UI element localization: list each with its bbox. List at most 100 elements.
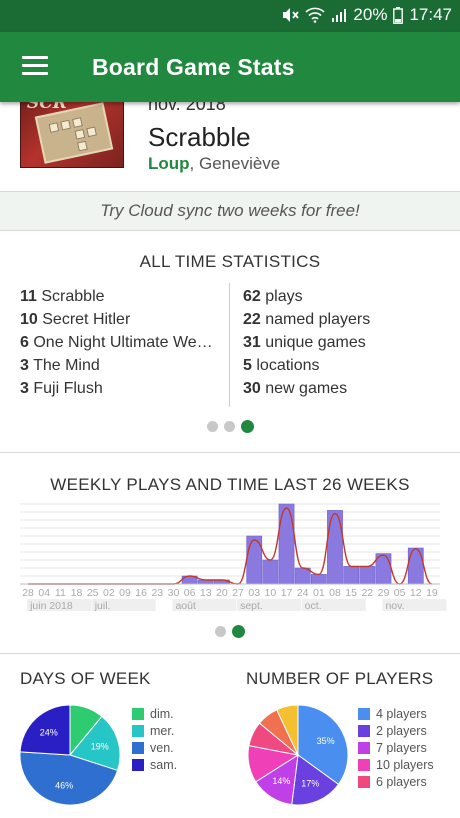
week-tick-label: 10 <box>265 587 277 599</box>
top-game-item: 3 Fuji Flush <box>20 380 103 397</box>
days-of-week-pie[interactable]: 19% 46% 24% <box>18 703 122 807</box>
week-tick-label: 01 <box>313 587 325 599</box>
top-game-item: 11 Scrabble <box>20 288 105 305</box>
week-tick-label: 02 <box>103 587 115 599</box>
status-bar: 20% 17:47 <box>0 0 460 32</box>
total-item: 30 new games <box>243 380 348 397</box>
cloud-sync-promo[interactable]: Try Cloud sync two weeks for free! <box>0 191 460 231</box>
weekly-bar-chart[interactable]: 28 04 11 18 25 02 09 16 23 30 06 13 20 27 03 10 17 24 01 08… <box>0 498 460 622</box>
other-players: , Geneviève <box>189 154 281 173</box>
wifi-icon <box>305 7 325 23</box>
month-label: juin 2018 <box>29 600 73 612</box>
week-bar[interactable] <box>262 559 279 585</box>
week-bar[interactable] <box>310 574 327 585</box>
page-dot-active[interactable] <box>240 420 254 433</box>
play-players: Loup, Geneviève <box>148 154 280 174</box>
week-tick-label: 24 <box>297 587 309 599</box>
week-bar[interactable] <box>407 547 424 585</box>
total-item: 5 locations <box>243 357 320 374</box>
pie-charts-row: DAYS OF WEEK 19% 46% 24% dim. mer. ven. sa… <box>0 655 460 818</box>
month-label: juil. <box>94 600 111 612</box>
all-time-title: ALL TIME STATISTICS <box>139 252 321 271</box>
legend-item: ven. <box>132 739 177 756</box>
week-tick-label: 28 <box>22 587 34 599</box>
legend-item: 4 players <box>358 705 434 722</box>
clock: 17:47 <box>409 5 452 24</box>
top-game-item: 10 Secret Hitler <box>20 311 131 328</box>
column-divider <box>229 283 230 407</box>
week-bar[interactable] <box>294 567 311 585</box>
battery-level: 20% <box>353 5 388 24</box>
play-game-name: Scrabble <box>148 122 251 152</box>
number-of-players-legend: 4 players 2 players 7 players 10 players… <box>358 705 434 790</box>
week-tick-label: 17 <box>281 587 293 599</box>
legend-item: 10 players <box>358 756 434 773</box>
legend-item: mer. <box>132 722 177 739</box>
total-item: 22 named players <box>243 311 371 328</box>
legend-item: 6 players <box>358 773 434 790</box>
pie-slice-label: 24% <box>40 727 58 737</box>
week-tick-label: 18 <box>71 587 83 599</box>
legend-item: dim. <box>132 705 177 722</box>
mute-icon <box>283 8 300 22</box>
page-indicator <box>0 420 460 433</box>
week-tick-label: 29 <box>378 587 390 599</box>
pie-slice-label: 14% <box>272 776 290 786</box>
pie-slice-label: 35% <box>317 736 335 746</box>
totals-list: 62 plays 22 named players 31 unique game… <box>243 285 443 400</box>
battery-icon <box>393 6 404 24</box>
week-tick-label: 04 <box>38 587 50 599</box>
winner-name: Loup <box>148 154 190 173</box>
week-tick-label: 03 <box>248 587 260 599</box>
week-tick-label: 11 <box>55 587 66 599</box>
pie-slice-label: 17% <box>301 778 319 788</box>
month-label: oct. <box>305 600 322 612</box>
week-tick-label: 09 <box>119 587 131 599</box>
menu-icon[interactable] <box>22 56 48 78</box>
page-indicator <box>0 625 460 638</box>
top-game-item: 6 One Night Ultimate We… <box>20 334 213 351</box>
app-bar: Board Game Stats <box>0 32 460 102</box>
app-title: Board Game Stats <box>92 54 295 80</box>
page-dot[interactable] <box>215 626 226 637</box>
number-of-players-pie[interactable]: 35% 17% 14% <box>246 703 350 807</box>
week-tick-label: 27 <box>232 587 244 599</box>
pie-slice-label: 46% <box>55 780 73 790</box>
page-dot[interactable] <box>206 421 218 432</box>
week-tick-label: 08 <box>329 587 341 599</box>
weekly-chart-title: WEEKLY PLAYS AND TIME LAST 26 WEEKS <box>50 475 410 494</box>
days-of-week-legend: dim. mer. ven. sam. <box>132 705 177 773</box>
week-tick-label: 15 <box>345 587 357 599</box>
total-item: 62 plays <box>243 288 303 305</box>
week-tick-label: 22 <box>361 587 373 599</box>
week-tick-label: 30 <box>168 587 180 599</box>
page-dot-active[interactable] <box>232 625 245 638</box>
legend-item: 2 players <box>358 722 434 739</box>
days-of-week-title: DAYS OF WEEK <box>20 669 151 688</box>
legend-item: sam. <box>132 756 177 773</box>
week-tick-label: 06 <box>184 587 196 599</box>
all-time-statistics-card: ALL TIME STATISTICS 11 Scrabble 10 Secre… <box>0 231 460 453</box>
legend-item: 7 players <box>358 739 434 756</box>
play-date: nov. 2018 <box>148 102 226 114</box>
top-game-item: 3 The Mind <box>20 357 100 374</box>
week-tick-label: 12 <box>410 587 422 599</box>
page-dot[interactable] <box>223 421 235 432</box>
month-label: nov. <box>385 600 404 612</box>
game-thumbnail: SCR <box>20 102 124 168</box>
week-tick-label: 25 <box>87 587 99 599</box>
top-games-list: 11 Scrabble 10 Secret Hitler 6 One Night… <box>20 285 216 400</box>
week-tick-label: 23 <box>151 587 163 599</box>
week-tick-label: 19 <box>426 587 438 599</box>
last-play-card[interactable]: SCR nov. 2018 Scrabble Loup, Geneviève <box>0 102 460 191</box>
week-tick-label: 05 <box>394 587 406 599</box>
month-label: août <box>175 600 196 612</box>
number-of-players-title: NUMBER OF PLAYERS <box>246 669 434 688</box>
week-bar[interactable] <box>343 566 360 585</box>
week-bar[interactable] <box>359 566 376 585</box>
signal-icon <box>332 9 347 22</box>
pie-slice-label: 19% <box>91 741 109 751</box>
month-label: sept. <box>240 600 263 612</box>
week-tick-label: 13 <box>200 587 212 599</box>
weekly-chart-card: WEEKLY PLAYS AND TIME LAST 26 WEEKS 28 04… <box>0 454 460 654</box>
